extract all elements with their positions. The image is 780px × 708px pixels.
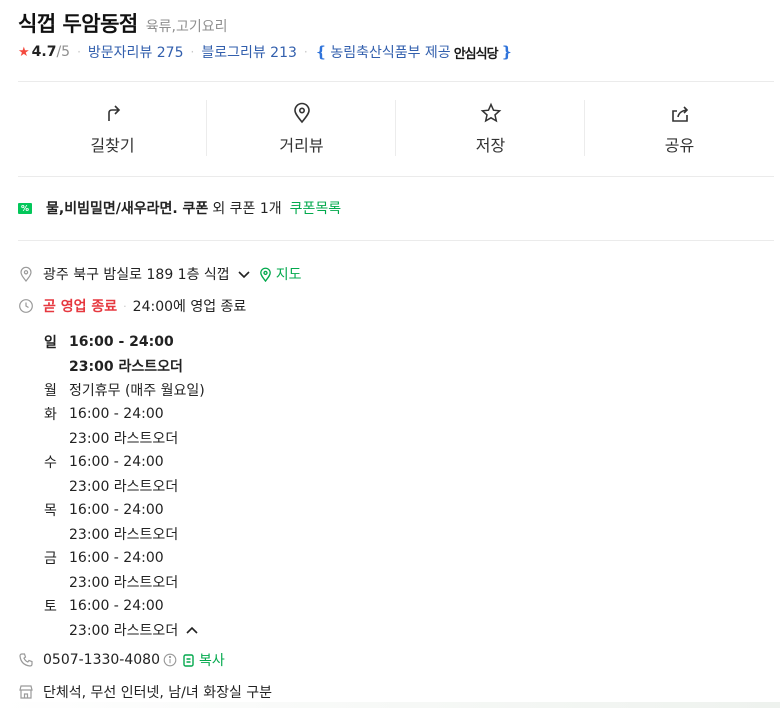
- address-text: 광주 북구 밤실로 189 1층 식껍: [43, 267, 230, 283]
- business-hours: 일 16:00 - 24:00 23:00 라스트오더 월 정기휴무 (매주 월…: [44, 330, 205, 642]
- last-order-sun: 23:00 라스트오더: [69, 359, 183, 375]
- hours-time: 16:00 - 24:00: [69, 550, 164, 566]
- divider: [18, 81, 774, 82]
- store-icon: [19, 685, 33, 699]
- rating-value: 4.7: [31, 44, 57, 60]
- directions-icon: [107, 105, 120, 121]
- day-label: 목: [44, 503, 57, 519]
- business-status-row: 곧 영업 종료 · 24:00에 영업 종료: [18, 296, 246, 316]
- location-pin-icon: [293, 102, 310, 124]
- directions-button[interactable]: 길찾기: [18, 96, 207, 160]
- rating-max: /5: [56, 44, 71, 60]
- day-label: 화: [44, 407, 57, 423]
- coupon-icon: %: [18, 202, 32, 214]
- hours-time: 16:00 - 24:00: [69, 502, 164, 518]
- place-header: 식껍 두암동점 육류,고기요리 ★ 4.7 /5 · 방문자리뷰 275 · 블…: [18, 8, 774, 64]
- share-button[interactable]: 공유: [585, 96, 774, 160]
- divider: [18, 176, 774, 177]
- title-row: 식껍 두암동점 육류,고기요리: [18, 8, 774, 38]
- hours-day-sat: 토 16:00 - 24:00: [44, 594, 205, 618]
- blog-reviews-link[interactable]: 블로그리뷰 213: [201, 42, 297, 62]
- hours-day-wed: 수 16:00 - 24:00: [44, 450, 205, 474]
- copy-label: 복사: [199, 653, 225, 669]
- coupon-row: % 물,비빔밀면/새우라면. 쿠폰 외 쿠폰 1개 쿠폰목록: [18, 198, 341, 218]
- closing-soon-status: 곧 영업 종료: [43, 299, 118, 315]
- phone-row: 0507-1330-4080 복사: [18, 650, 225, 670]
- chevron-down-icon[interactable]: [236, 266, 252, 282]
- save-label: 저장: [475, 136, 506, 155]
- action-bar: 길찾기 거리뷰 저장 공유: [18, 96, 774, 160]
- amenities-text: 단체석, 무선 인터넷, 남/녀 화장실 구분: [43, 685, 273, 701]
- hours-time: 16:00 - 24:00: [69, 334, 174, 350]
- map-link[interactable]: 지도: [258, 264, 302, 284]
- phone-icon: [19, 653, 33, 667]
- separator-dot: ·: [123, 299, 127, 313]
- separator-dot: ·: [303, 45, 308, 59]
- last-order-text: 23:00 라스트오더: [69, 623, 179, 639]
- coupon-extra: 외 쿠폰 1개: [212, 201, 282, 217]
- closing-time-detail: 24:00에 영업 종료: [132, 299, 247, 315]
- hours-time: 16:00 - 24:00: [69, 454, 164, 470]
- address-row: 광주 북구 밤실로 189 1층 식껍 지도: [18, 264, 301, 284]
- hours-time: 16:00 - 24:00: [69, 406, 164, 422]
- hours-day-fri: 금 16:00 - 24:00: [44, 546, 205, 570]
- street-view-label: 거리뷰: [279, 136, 324, 155]
- place-name: 식껍 두암동점: [18, 12, 138, 36]
- last-order-fri: 23:00 라스트오더: [69, 575, 179, 591]
- location-pin-icon: [20, 266, 32, 282]
- phone-number[interactable]: 0507-1330-4080: [43, 652, 160, 668]
- hours-day-thu: 목 16:00 - 24:00: [44, 498, 205, 522]
- rating-star-icon: ★: [18, 44, 30, 60]
- divider: [18, 240, 774, 241]
- meta-row: ★ 4.7 /5 · 방문자리뷰 275 · 블로그리뷰 213 · ❴ 농림축…: [18, 40, 774, 64]
- last-order-tue: 23:00 라스트오더: [69, 431, 179, 447]
- day-label: 금: [44, 551, 57, 567]
- hours-day-sun: 일 16:00 - 24:00: [44, 330, 205, 354]
- directions-label: 길찾기: [90, 136, 135, 155]
- street-view-button[interactable]: 거리뷰: [207, 96, 396, 160]
- day-label: 토: [44, 599, 57, 615]
- map-link-label: 지도: [275, 267, 302, 283]
- amenities-row: 단체석, 무선 인터넷, 남/녀 화장실 구분: [18, 682, 272, 702]
- save-button[interactable]: 저장: [396, 96, 585, 160]
- laurel-left-icon: ❴: [314, 43, 328, 61]
- hours-day-mon: 월 정기휴무 (매주 월요일): [44, 378, 205, 402]
- certification: ❴ 농림축산식품부 제공 안심식당 ❵: [315, 42, 513, 62]
- laurel-right-icon: ❵: [500, 43, 514, 61]
- copy-phone-button[interactable]: 복사: [182, 650, 225, 670]
- info-icon[interactable]: [163, 653, 177, 667]
- separator-dot: ·: [190, 45, 195, 59]
- last-order-sat: 23:00 라스트오더: [44, 618, 205, 642]
- hours-day-tue: 화 16:00 - 24:00: [44, 402, 205, 426]
- hours-time: 16:00 - 24:00: [69, 598, 164, 614]
- last-order-wed: 23:00 라스트오더: [69, 479, 179, 495]
- map-pin-icon: [259, 267, 271, 282]
- coupon-title: 물,비빔밀면/새우라면. 쿠폰: [46, 201, 209, 217]
- day-label: 월: [44, 383, 57, 399]
- bottom-edge: [0, 702, 780, 708]
- share-label: 공유: [664, 136, 695, 155]
- certified-by: 농림축산식품부 제공: [330, 45, 451, 61]
- copy-icon: [183, 653, 194, 667]
- hours-time: 정기휴무 (매주 월요일): [69, 383, 205, 399]
- day-label: 일: [44, 335, 57, 351]
- star-icon: [480, 102, 501, 123]
- separator-dot: ·: [77, 45, 81, 59]
- chevron-up-icon[interactable]: [184, 622, 200, 638]
- last-order-thu: 23:00 라스트오더: [69, 527, 179, 543]
- day-label: 수: [44, 455, 57, 471]
- share-icon: [671, 106, 688, 122]
- visitor-reviews-link[interactable]: 방문자리뷰 275: [88, 42, 184, 62]
- place-category: 육류,고기요리: [145, 19, 228, 35]
- clock-icon: [19, 299, 33, 313]
- coupon-list-link[interactable]: 쿠폰목록: [290, 198, 342, 218]
- safe-restaurant-badge: 안심식당: [453, 46, 499, 62]
